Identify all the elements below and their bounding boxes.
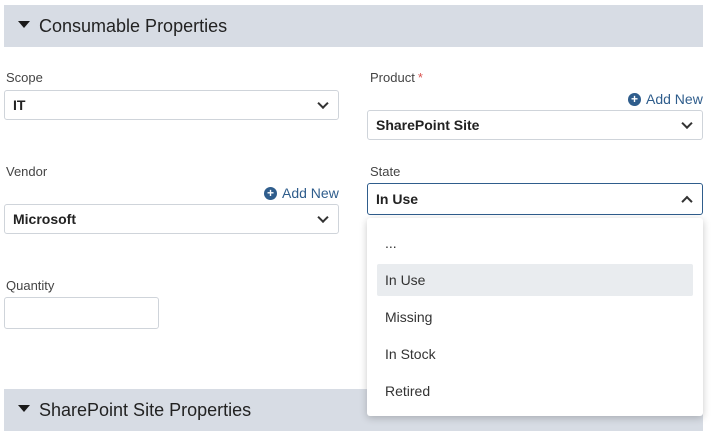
add-new-label: Add New	[282, 185, 339, 201]
section-title: Consumable Properties	[39, 15, 228, 36]
plus-circle-icon: +	[264, 186, 277, 200]
dropdown-option-retired[interactable]: Retired	[377, 375, 693, 407]
quantity-label: Quantity	[6, 278, 55, 293]
state-dropdown-menu: ... In Use Missing In Stock Retired	[367, 218, 703, 416]
scope-value: IT	[13, 97, 26, 113]
chevron-down-icon	[317, 211, 329, 224]
vendor-value: Microsoft	[13, 211, 76, 227]
add-new-label: Add New	[646, 91, 703, 107]
quantity-input[interactable]	[4, 297, 159, 329]
product-label: Product *	[370, 70, 423, 85]
vendor-label: Vendor	[6, 164, 48, 179]
dropdown-option-in-stock[interactable]: In Stock	[377, 338, 693, 370]
caret-down-icon	[18, 21, 30, 28]
state-select[interactable]: In Use	[367, 183, 703, 215]
product-add-new-link[interactable]: + Add New	[628, 91, 703, 107]
scope-select[interactable]: IT	[4, 90, 339, 120]
consumable-properties-header[interactable]: Consumable Properties	[4, 5, 703, 47]
required-mark: *	[417, 70, 423, 85]
caret-down-icon	[18, 405, 30, 412]
product-select[interactable]: SharePoint Site	[367, 110, 703, 140]
product-value: SharePoint Site	[376, 117, 480, 133]
vendor-select[interactable]: Microsoft	[4, 204, 339, 234]
section-title: SharePoint Site Properties	[39, 399, 252, 420]
plus-circle-icon: +	[628, 92, 641, 106]
scope-label: Scope	[6, 70, 43, 85]
chevron-down-icon	[317, 97, 329, 110]
state-label: State	[370, 164, 401, 179]
dropdown-option-missing[interactable]: Missing	[377, 301, 693, 333]
product-label-text: Product	[370, 70, 415, 85]
state-value: In Use	[376, 191, 419, 207]
chevron-up-icon	[681, 195, 693, 208]
dropdown-option-empty[interactable]: ...	[377, 227, 693, 259]
dropdown-option-in-use[interactable]: In Use	[377, 264, 693, 296]
vendor-add-new-link[interactable]: + Add New	[264, 185, 339, 201]
chevron-down-icon	[681, 117, 693, 130]
